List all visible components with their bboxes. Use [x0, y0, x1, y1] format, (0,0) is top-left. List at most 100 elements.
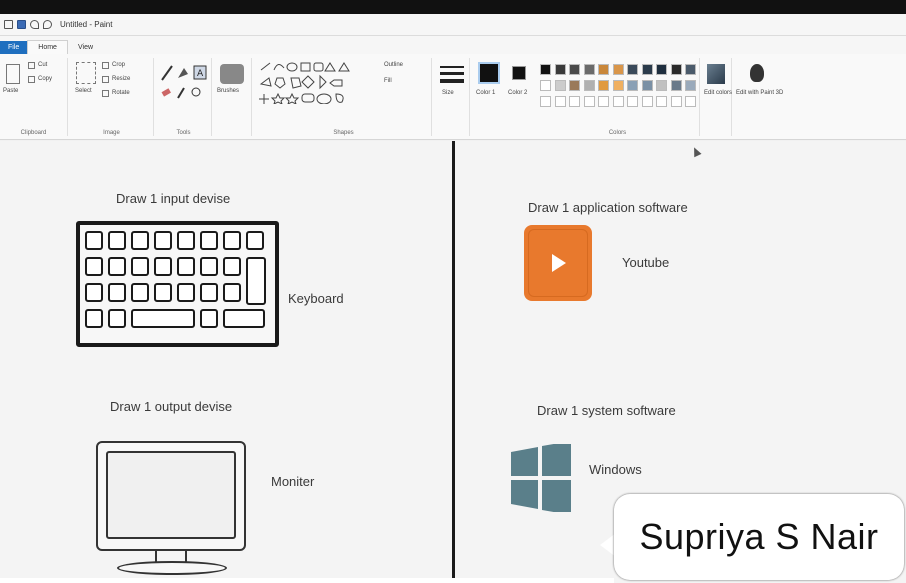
color-swatch[interactable] — [598, 96, 609, 107]
color-swatch[interactable] — [656, 80, 667, 91]
color-swatch[interactable] — [540, 64, 551, 75]
redo-icon[interactable] — [43, 20, 52, 29]
keyboard-key — [200, 257, 218, 276]
keyboard-key — [177, 283, 195, 302]
keyboard-key — [154, 231, 172, 250]
color-swatch[interactable] — [612, 96, 624, 107]
keyboard-key — [108, 283, 126, 302]
keyboard-key — [177, 257, 195, 276]
color2-label[interactable]: Color 2 — [508, 90, 527, 96]
ribbon-tabs: File Home View — [0, 36, 906, 54]
color-swatch[interactable] — [612, 64, 624, 75]
clipboard-label: Clipboard — [20, 130, 47, 136]
tools-group: A Tools — [156, 58, 212, 136]
brushes-button[interactable]: Brushes — [217, 88, 239, 94]
color2-swatch[interactable] — [512, 66, 526, 80]
edit-colors-button[interactable]: Edit colors — [704, 90, 732, 96]
color-swatch[interactable] — [583, 96, 595, 107]
color-swatch[interactable] — [627, 64, 638, 75]
resize-icon[interactable] — [102, 76, 109, 83]
color1-swatch[interactable] — [478, 62, 500, 84]
keyboard-key — [177, 231, 195, 250]
keyboard-key — [85, 231, 103, 250]
color-swatch[interactable] — [627, 80, 638, 91]
keyboard-key — [246, 231, 264, 250]
brushes-group[interactable]: Brushes — [214, 58, 252, 136]
fill-icon — [178, 68, 188, 78]
keyboard-key — [108, 257, 126, 276]
keyboard-key — [223, 309, 265, 328]
paint3d-button[interactable]: Edit with Paint 3D — [736, 90, 783, 96]
color-swatch[interactable] — [685, 80, 696, 91]
colors-group: Colors — [536, 58, 700, 136]
paste-button[interactable]: Paste — [3, 88, 18, 94]
select-icon[interactable] — [76, 62, 96, 84]
shapes-gallery[interactable] — [258, 60, 376, 104]
ribbon: Paste Cut Copy Clipboard Select Crop Res… — [0, 54, 906, 140]
keyboard-key — [200, 309, 218, 328]
color-swatch[interactable] — [641, 80, 653, 91]
cut-icon[interactable] — [28, 62, 35, 69]
color-swatch[interactable] — [670, 80, 682, 91]
keyboard-key — [200, 283, 218, 302]
keyboard-key — [246, 257, 266, 305]
color-swatch[interactable] — [670, 64, 682, 75]
tab-view[interactable]: View — [68, 41, 103, 54]
color-swatch[interactable] — [554, 80, 566, 91]
select-button[interactable]: Select — [75, 88, 92, 94]
color-picker-icon — [177, 87, 185, 99]
color-swatch[interactable] — [656, 64, 667, 75]
color-swatch[interactable] — [583, 80, 595, 91]
edit-colors-icon[interactable] — [707, 64, 725, 84]
color1-label[interactable]: Color 1 — [476, 90, 495, 96]
color-swatch[interactable] — [641, 64, 653, 75]
tab-file[interactable]: File — [0, 41, 28, 54]
save-icon[interactable] — [17, 20, 26, 29]
size-group[interactable]: Size — [434, 58, 470, 136]
color-swatch[interactable] — [612, 80, 624, 91]
keyboard-key — [108, 309, 126, 328]
tab-home[interactable]: Home — [27, 40, 68, 54]
color-swatch[interactable] — [583, 64, 595, 75]
color-swatch[interactable] — [685, 96, 696, 107]
color1-group[interactable]: Color 1 — [474, 58, 504, 136]
application-software-heading: Draw 1 application software — [528, 200, 688, 215]
color-swatch[interactable] — [569, 64, 580, 75]
color-swatch[interactable] — [540, 96, 551, 107]
image-group: Select Crop Resize Rotate Image — [70, 58, 154, 136]
copy-button[interactable]: Copy — [38, 76, 52, 82]
rotate-icon[interactable] — [102, 90, 109, 97]
color-swatch[interactable] — [656, 96, 667, 107]
copy-icon[interactable] — [28, 76, 35, 83]
rotate-button[interactable]: Rotate — [112, 90, 130, 96]
color-swatch[interactable] — [569, 80, 580, 91]
color-swatch[interactable] — [627, 96, 638, 107]
color-swatch[interactable] — [641, 96, 653, 107]
color2-group[interactable]: Color 2 — [506, 58, 534, 136]
size-button[interactable]: Size — [442, 90, 454, 96]
color-swatch[interactable] — [540, 80, 551, 91]
edit-colors-group[interactable]: Edit colors — [702, 58, 732, 136]
undo-icon[interactable] — [30, 20, 39, 29]
callout-name: Supriya S Nair — [639, 516, 879, 557]
color-swatch[interactable] — [598, 64, 609, 75]
color-swatch[interactable] — [598, 80, 609, 91]
keyboard-key — [108, 231, 126, 250]
color-swatch[interactable] — [670, 96, 682, 107]
color-swatch[interactable] — [554, 64, 566, 75]
resize-button[interactable]: Resize — [112, 76, 130, 82]
color-swatch[interactable] — [569, 96, 580, 107]
output-device-heading: Draw 1 output devise — [110, 399, 233, 414]
crop-button[interactable]: Crop — [112, 62, 125, 68]
color-swatch[interactable] — [554, 96, 566, 107]
paste-icon[interactable] — [6, 64, 20, 84]
paint3d-group[interactable]: Edit with Paint 3D — [734, 58, 783, 136]
cut-button[interactable]: Cut — [38, 62, 47, 68]
brushes-icon[interactable] — [220, 64, 244, 84]
outline-button[interactable]: Outline — [384, 62, 403, 68]
color-swatch[interactable] — [685, 64, 696, 75]
keyboard-key — [223, 231, 241, 250]
crop-icon[interactable] — [102, 62, 109, 69]
fill-button[interactable]: Fill — [384, 78, 392, 84]
paint3d-icon[interactable] — [750, 64, 764, 82]
